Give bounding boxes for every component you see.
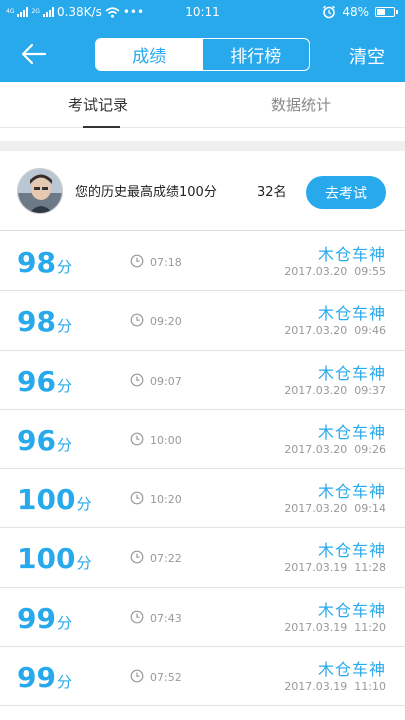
battery-percent: 48% (342, 5, 369, 19)
back-button[interactable] (18, 38, 50, 70)
record-row[interactable]: 99分 07:43 木仓车神 2017.03.19 11:20 (0, 587, 405, 648)
score: 99分 (17, 602, 72, 635)
section-divider (0, 141, 405, 151)
record-datetime: 2017.03.19 11:20 (284, 620, 386, 634)
duration-value: 07:18 (150, 256, 182, 269)
user-name: 木仓车神 (317, 660, 386, 680)
score: 99分 (17, 661, 72, 694)
arrow-left-icon (21, 43, 47, 65)
score: 96分 (17, 424, 72, 457)
duration: 09:07 (130, 373, 182, 390)
duration-value: 09:20 (150, 315, 182, 329)
score-value: 100 (17, 542, 76, 576)
tab-ranking[interactable]: 排行榜 (203, 39, 310, 70)
avatar[interactable] (17, 168, 63, 214)
record-datetime: 2017.03.20 09:26 (284, 442, 386, 456)
user-name: 木仓车神 (317, 482, 386, 502)
status-bar: 4G 2G 0.38K/s ••• 10:11 48% (0, 0, 405, 26)
alarm-icon (323, 5, 336, 19)
record-datetime: 2017.03.19 11:28 (284, 561, 386, 575)
clock-icon (130, 550, 144, 567)
duration: 09:20 (130, 313, 182, 330)
record-datetime: 2017.03.20 09:46 (284, 324, 386, 338)
score-unit: 分 (56, 258, 72, 276)
user-name: 木仓车神 (317, 422, 386, 442)
duration-value: 07:22 (150, 552, 182, 566)
clock-icon (130, 373, 144, 390)
score-value: 98 (17, 246, 56, 279)
score-value: 100 (17, 483, 76, 517)
user-name: 木仓车神 (317, 363, 386, 383)
score-unit: 分 (56, 435, 72, 454)
score-value: 96 (17, 423, 56, 457)
score: 98分 (17, 305, 72, 338)
record-row[interactable]: 96分 10:00 木仓车神 2017.03.20 09:26 (0, 409, 405, 470)
score-value: 96 (17, 364, 56, 398)
tab-scores[interactable]: 成绩 (96, 39, 203, 70)
clock-icon (130, 313, 144, 330)
clock-icon (130, 254, 144, 271)
battery-fill (377, 9, 385, 15)
duration: 10:20 (130, 491, 182, 508)
record-row[interactable]: 100分 07:22 木仓车神 2017.03.19 11:28 (0, 528, 405, 588)
score: 100分 (17, 542, 91, 575)
clock-icon (130, 669, 144, 686)
score-unit: 分 (76, 554, 92, 573)
clock-icon (130, 432, 144, 449)
score-value: 99 (17, 601, 56, 635)
clock-icon (130, 491, 144, 508)
tab-exam-records[interactable]: 考试记录 (68, 94, 128, 115)
segment-control: 成绩 排行榜 (95, 38, 310, 71)
rank-text: 32名 (257, 185, 287, 200)
top-bar: 4G 2G 0.38K/s ••• 10:11 48% 成绩 排行榜 清空 (0, 0, 405, 82)
record-row[interactable]: 99分 07:52 木仓车神 2017.03.19 11:10 (0, 647, 405, 707)
score: 98分 (17, 246, 72, 279)
score-unit: 分 (56, 376, 72, 395)
record-datetime: 2017.03.20 09:37 (284, 383, 386, 397)
record-datetime: 2017.03.20 09:14 (284, 502, 386, 516)
duration-value: 10:20 (150, 493, 182, 507)
duration: 07:52 (130, 669, 182, 686)
active-tab-indicator (83, 126, 120, 128)
record-row[interactable]: 96分 09:07 木仓车神 2017.03.20 09:37 (0, 350, 405, 410)
score-unit: 分 (56, 673, 72, 692)
sub-tabs: 考试记录 数据统计 (0, 82, 405, 128)
record-row[interactable]: 98分 09:20 木仓车神 2017.03.20 09:46 (0, 291, 405, 351)
score: 96分 (17, 365, 72, 398)
score-unit: 分 (56, 317, 72, 336)
clock-icon (130, 610, 144, 627)
duration: 10:00 (130, 432, 182, 449)
profile-card: 您的历史最高成绩100分 32名 去考试 (0, 151, 405, 231)
duration: 07:22 (130, 550, 182, 567)
duration-value: 07:52 (150, 671, 182, 685)
duration: 07:43 (130, 610, 182, 627)
score-unit: 分 (76, 495, 92, 514)
score-unit: 分 (56, 613, 72, 632)
record-datetime: 2017.03.20 09:55 (284, 265, 386, 278)
duration-value: 07:43 (150, 611, 182, 625)
user-name: 木仓车神 (317, 304, 386, 324)
clear-button[interactable]: 清空 (349, 43, 385, 69)
record-row[interactable]: 98分 07:18 木仓车神 2017.03.20 09:55 (0, 232, 405, 292)
duration-value: 09:07 (150, 374, 182, 388)
records-list: 98分 07:18 木仓车神 2017.03.20 09:55 98分 09:20 木仓车神… (0, 232, 405, 707)
user-name: 木仓车神 (317, 541, 386, 561)
record-datetime: 2017.03.19 11:10 (284, 680, 386, 694)
best-score-text: 您的历史最高成绩100分 (75, 185, 217, 200)
score-value: 99 (17, 661, 56, 695)
user-name: 木仓车神 (317, 245, 386, 264)
battery-icon (375, 7, 398, 17)
take-exam-button[interactable]: 去考试 (306, 176, 386, 209)
nav-row: 成绩 排行榜 清空 (0, 26, 405, 82)
duration: 07:18 (130, 254, 182, 271)
score-value: 98 (17, 305, 56, 339)
record-row[interactable]: 100分 10:20 木仓车神 2017.03.20 09:14 (0, 469, 405, 529)
score: 100分 (17, 483, 91, 516)
duration-value: 10:00 (150, 433, 182, 447)
user-name: 木仓车神 (317, 600, 386, 620)
tab-data-stats[interactable]: 数据统计 (271, 94, 331, 115)
